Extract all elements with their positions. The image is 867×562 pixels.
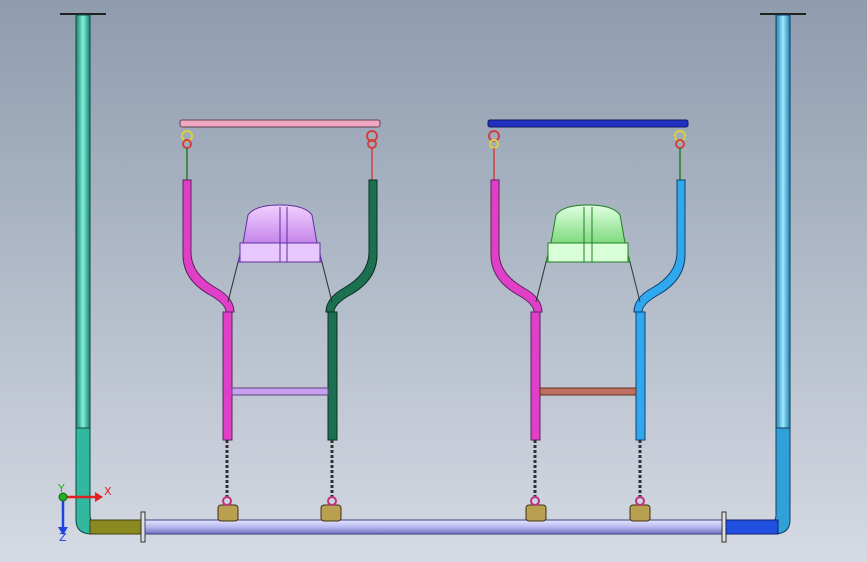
cad-viewport[interactable]: X Y Z bbox=[0, 0, 867, 562]
viewport-background bbox=[0, 0, 867, 562]
left-crossbar bbox=[231, 387, 329, 396]
left-top-beam bbox=[179, 119, 381, 128]
left-post-tube bbox=[75, 14, 91, 431]
left-leg-pink bbox=[222, 311, 233, 441]
right-top-beam bbox=[487, 119, 689, 128]
left-wheel-r bbox=[320, 504, 342, 522]
triad-y-label: Y bbox=[57, 482, 65, 495]
left-coupler bbox=[89, 519, 143, 535]
rail-flange-right bbox=[721, 511, 727, 543]
rail-flange-left bbox=[140, 511, 146, 543]
right-post-tube bbox=[775, 14, 791, 431]
right-leg-pink bbox=[530, 311, 541, 441]
right-coupler bbox=[725, 519, 779, 535]
right-leg-blue bbox=[635, 311, 646, 441]
right-wheel-l bbox=[525, 504, 547, 522]
left-wheel-l bbox=[217, 504, 239, 522]
right-crossbar bbox=[539, 387, 637, 396]
triad-x-label: X bbox=[104, 485, 112, 498]
rail-tube bbox=[144, 519, 724, 535]
triad-z-label: Z bbox=[59, 531, 67, 544]
right-wheel-r bbox=[629, 504, 651, 522]
right-seat-band bbox=[547, 242, 629, 263]
left-leg-green bbox=[327, 311, 338, 441]
